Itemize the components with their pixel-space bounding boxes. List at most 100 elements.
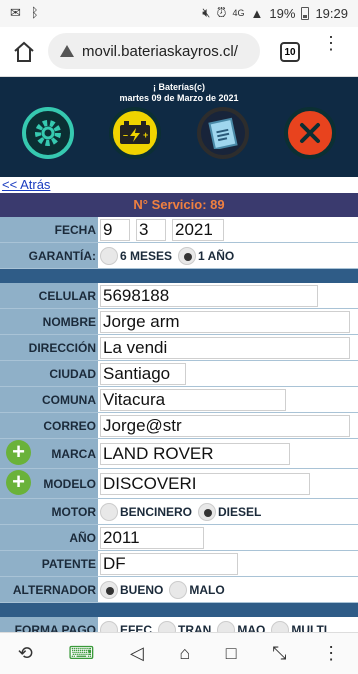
- browser-menu-icon[interactable]: ⋮: [322, 34, 340, 65]
- patente-row: PATENTE DF: [0, 551, 358, 577]
- direccion-input[interactable]: La vendi: [100, 336, 350, 359]
- nombre-label: NOMBRE: [0, 309, 98, 334]
- url-text: movil.bateriaskayros.cl/: [82, 42, 238, 60]
- recents-icon[interactable]: □: [226, 643, 237, 664]
- comuna-select[interactable]: Vitacura: [100, 388, 286, 411]
- motor-label: MOTOR: [0, 499, 98, 524]
- address-bar[interactable]: movil.bateriaskayros.cl/: [48, 33, 260, 69]
- anio-input[interactable]: 2011: [100, 526, 204, 549]
- fecha-row: FECHA 9 3 2021: [0, 217, 358, 243]
- garantia-label: GARANTÍA:: [0, 243, 98, 268]
- alternador-bueno-radio[interactable]: [100, 580, 118, 599]
- status-bar: ✉ ᛒ 🔇︎ ⏰︎ 4G ▲ 19% 19:29: [0, 0, 358, 27]
- gear-icon[interactable]: [21, 107, 74, 159]
- overflow-menu-icon[interactable]: ⋮: [322, 643, 340, 664]
- signal-icon: ▲: [250, 5, 264, 21]
- pago-opt2-label: TRAN: [178, 622, 212, 633]
- network-label: 4G: [232, 8, 245, 18]
- mute-icon: 🔇︎: [202, 5, 211, 20]
- marca-label: MARCA: [51, 446, 96, 461]
- motor-opt2-label: DIESEL: [218, 504, 262, 519]
- svg-text:+: +: [143, 130, 148, 140]
- pago-opt1-label: EFEC: [120, 622, 153, 633]
- alternador-row: ALTERNADOR BUENO MALO: [0, 577, 358, 603]
- pago-efec-radio[interactable]: [100, 620, 118, 632]
- ciudad-row: CIUDAD Santiago: [0, 361, 358, 387]
- rotate-icon[interactable]: ⟲: [18, 643, 33, 664]
- fullscreen-icon[interactable]: ⤡: [272, 643, 286, 664]
- clock: 19:29: [315, 5, 348, 21]
- back-link[interactable]: << Atrás: [2, 177, 50, 192]
- correo-input[interactable]: Jorge@str: [100, 414, 350, 437]
- marca-select[interactable]: LAND ROVER: [100, 442, 290, 465]
- alternador-malo-radio[interactable]: [169, 580, 188, 599]
- svg-text:–: –: [123, 130, 128, 140]
- keyboard-icon[interactable]: ⌨: [68, 643, 94, 664]
- celular-label: CELULAR: [0, 283, 98, 308]
- ciudad-label: CIUDAD: [0, 361, 98, 386]
- alternador-opt2-label: MALO: [189, 582, 225, 597]
- close-icon[interactable]: [284, 107, 337, 159]
- add-marca-button[interactable]: +: [6, 440, 31, 465]
- patente-input[interactable]: DF: [100, 552, 238, 575]
- garantia-1-anio-radio[interactable]: [178, 246, 197, 265]
- garantia-row: GARANTÍA: 6 MESES 1 AÑO: [0, 243, 358, 269]
- battery-icon[interactable]: – +: [109, 107, 162, 159]
- marca-label-cell: + MARCA: [0, 439, 98, 468]
- fecha-day-select[interactable]: 9: [100, 218, 130, 241]
- forma-pago-options: EFEC TRAN MAQ MULTI: [98, 617, 358, 632]
- service-number: N° Servicio: 89: [0, 193, 358, 217]
- comuna-row: COMUNA Vitacura: [0, 387, 358, 413]
- comuna-label: COMUNA: [0, 387, 98, 412]
- fecha-year-select[interactable]: 2021: [172, 218, 224, 241]
- warning-icon: [60, 45, 74, 57]
- correo-row: CORREO Jorge@str: [0, 413, 358, 439]
- fecha-month-select[interactable]: 3: [136, 218, 166, 241]
- fecha-inputs: 9 3 2021: [98, 217, 358, 242]
- motor-options: BENCINERO DIESEL: [98, 499, 358, 524]
- motor-diesel-radio[interactable]: [198, 502, 217, 521]
- browser-toolbar: movil.bateriaskayros.cl/ 10 ⋮: [0, 27, 358, 77]
- modelo-row: + MODELO DISCOVERI: [0, 469, 358, 499]
- fecha-label: FECHA: [0, 217, 98, 242]
- anio-label: AÑO: [0, 525, 98, 550]
- battery-percent: 19%: [269, 5, 296, 21]
- nombre-input[interactable]: Jorge arm: [100, 310, 350, 333]
- direccion-label: DIRECCIÓN: [0, 335, 98, 360]
- add-modelo-button[interactable]: +: [6, 470, 31, 495]
- garantia-opt1-label: 6 MESES: [120, 248, 173, 263]
- toolbar-icons: – +: [0, 104, 358, 159]
- celular-input[interactable]: 5698188: [100, 284, 318, 307]
- forma-pago-label: FORMA PAGO: [0, 617, 98, 632]
- pago-multi-radio[interactable]: [271, 620, 290, 632]
- home-nav-icon[interactable]: ⌂: [179, 643, 190, 664]
- battery-status-icon: [301, 6, 310, 20]
- pago-opt3-label: MAQ: [237, 622, 266, 633]
- home-icon[interactable]: [12, 40, 36, 64]
- phone-screen: ✉ ᛒ 🔇︎ ⏰︎ 4G ▲ 19% 19:29 movil.bateriask…: [0, 0, 358, 674]
- ciudad-select[interactable]: Santiago: [100, 362, 186, 385]
- direccion-row: DIRECCIÓN La vendi: [0, 335, 358, 361]
- forma-pago-row: FORMA PAGO EFEC TRAN MAQ MULTI: [0, 617, 358, 632]
- clipboard-icon[interactable]: [196, 107, 249, 159]
- anio-row: AÑO 2011: [0, 525, 358, 551]
- correo-label: CORREO: [0, 413, 98, 438]
- pago-tran-radio[interactable]: [158, 620, 177, 632]
- pago-maq-radio[interactable]: [217, 620, 236, 632]
- section-divider: [0, 269, 358, 283]
- tab-count: 10: [284, 46, 296, 58]
- service-form: FECHA 9 3 2021 GARANTÍA: 6 MESES 1 AÑO C: [0, 217, 358, 632]
- motor-bencinero-radio[interactable]: [100, 502, 118, 521]
- section-divider-2: [0, 603, 358, 617]
- alarm-icon: ⏰︎: [216, 5, 227, 20]
- modelo-label-cell: + MODELO: [0, 469, 98, 498]
- garantia-6-meses-radio[interactable]: [100, 246, 118, 265]
- patente-label: PATENTE: [0, 551, 98, 576]
- site-title: ¡ Baterías(c): [152, 82, 206, 92]
- pago-opt4-label: MULTI: [291, 622, 328, 633]
- site-date: martes 09 de Marzo de 2021: [119, 93, 239, 103]
- modelo-select[interactable]: DISCOVERI: [100, 472, 310, 495]
- celular-row: CELULAR 5698188: [0, 283, 358, 309]
- back-nav-icon[interactable]: ◁: [130, 643, 144, 664]
- tab-switcher-button[interactable]: 10: [280, 42, 300, 62]
